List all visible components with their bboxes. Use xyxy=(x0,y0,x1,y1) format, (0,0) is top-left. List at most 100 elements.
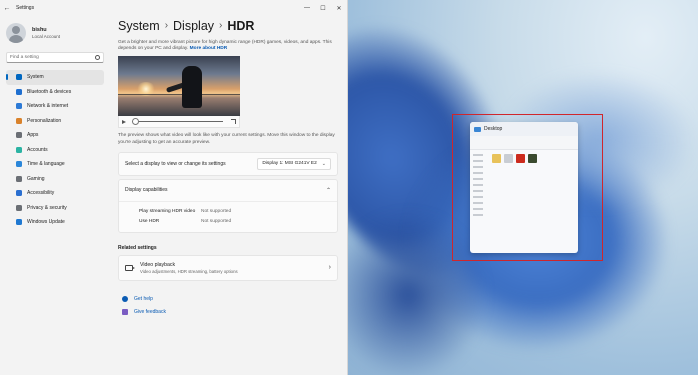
capability-status: Not supported xyxy=(201,209,232,215)
thumbnail-file-icons xyxy=(492,154,537,163)
main-content: System › Display › HDR Get a brighter an… xyxy=(110,16,347,375)
minimize-button[interactable]: — xyxy=(299,5,315,11)
video-playback-subtitle: Video adjustments, HDR streaming, batter… xyxy=(140,268,238,274)
search-icon xyxy=(95,55,100,60)
capability-row: Use HDR Not supported xyxy=(139,217,337,227)
thumbnail-titlebar: Desktop xyxy=(470,122,578,136)
sidebar-item-windows-update[interactable]: Windows Update xyxy=(6,215,104,230)
seek-knob[interactable] xyxy=(132,118,139,126)
preview-note: The preview shows what video will look l… xyxy=(118,133,335,145)
back-button[interactable]: ← xyxy=(0,5,14,12)
sidebar-item-label: Gaming xyxy=(27,175,45,182)
related-settings-heading: Related settings xyxy=(118,244,157,251)
sidebar-item-label: Apps xyxy=(27,132,39,139)
sidebar-item-system[interactable]: System xyxy=(6,70,104,85)
person-icon xyxy=(16,146,22,153)
folder-icon xyxy=(474,126,481,132)
illustrator-icon xyxy=(516,154,525,163)
user-profile[interactable]: bishu Local Account xyxy=(0,16,110,46)
sidebar-item-accounts[interactable]: Accounts xyxy=(6,143,104,158)
fullscreen-icon[interactable] xyxy=(231,119,236,125)
video-person xyxy=(182,66,202,109)
user-account-type: Local Account xyxy=(32,34,61,39)
bluetooth-icon xyxy=(16,88,22,95)
sidebar-item-label: Windows Update xyxy=(27,219,65,226)
accessibility-icon xyxy=(16,190,22,197)
capability-name: Play streaming HDR video xyxy=(139,209,196,215)
sidebar-item-privacy[interactable]: Privacy & security xyxy=(6,201,104,216)
sidebar-item-gaming[interactable]: Gaming xyxy=(6,172,104,187)
sidebar-item-label: System xyxy=(27,74,44,81)
clock-globe-icon xyxy=(16,161,22,168)
hdr-preview-video xyxy=(118,56,240,117)
sidebar-item-label: Time & language xyxy=(27,161,65,168)
sidebar-item-bluetooth[interactable]: Bluetooth & devices xyxy=(6,85,104,100)
chevron-right-icon: › xyxy=(328,264,331,272)
sidebar-item-label: Privacy & security xyxy=(27,204,67,211)
monitor-icon xyxy=(16,74,22,81)
brush-icon xyxy=(16,117,22,124)
breadcrumb-separator: › xyxy=(219,20,223,31)
help-links: Get help Give feedback xyxy=(118,293,338,319)
give-feedback-link[interactable]: Give feedback xyxy=(122,306,338,319)
title-bar: ← Settings — ☐ ✕ xyxy=(0,0,347,16)
video-playback-card[interactable]: Video playback Video adjustments, HDR st… xyxy=(118,254,338,281)
display-capabilities-title: Display capabilities xyxy=(125,187,168,194)
sidebar: bishu Local Account Find a setting Syste… xyxy=(0,16,110,375)
folder-icon xyxy=(492,154,501,163)
video-playback-row[interactable]: Video playback Video adjustments, HDR st… xyxy=(119,256,337,280)
play-icon[interactable] xyxy=(122,119,126,124)
sidebar-item-label: Network & internet xyxy=(27,103,69,110)
thumbnail-title: Desktop xyxy=(484,126,503,132)
breadcrumb-display[interactable]: Display xyxy=(173,19,214,33)
video-controls xyxy=(118,116,240,129)
video-playback-title: Video playback xyxy=(140,261,176,268)
sidebar-item-label: Bluetooth & devices xyxy=(27,88,72,95)
network-icon xyxy=(16,103,22,110)
give-feedback-label: Give feedback xyxy=(134,309,166,316)
search-placeholder: Find a setting xyxy=(10,55,39,60)
maximize-button[interactable]: ☐ xyxy=(315,5,331,12)
search-input[interactable]: Find a setting xyxy=(6,52,104,63)
sidebar-item-personalization[interactable]: Personalization xyxy=(6,114,104,129)
display-capabilities-card: Display capabilities ⌃ Play streaming HD… xyxy=(118,178,338,233)
feedback-icon xyxy=(122,309,128,316)
display-dropdown-value: Display 1: MSI G241V E2 xyxy=(262,161,317,167)
capability-row: Play streaming HDR video Not supported xyxy=(139,207,337,217)
avatar xyxy=(6,23,26,43)
chevron-down-icon: ⌄ xyxy=(321,160,326,167)
video-seek-bar[interactable] xyxy=(132,118,223,126)
sidebar-item-label: Accessibility xyxy=(27,190,55,197)
hdr-description: Get a brighter and more vibrant picture … xyxy=(118,40,344,52)
help-icon xyxy=(122,296,128,303)
sidebar-item-network[interactable]: Network & internet xyxy=(6,99,104,114)
file-icon xyxy=(504,154,513,163)
chevron-up-icon: ⌃ xyxy=(325,187,331,194)
apps-icon xyxy=(16,132,22,139)
sidebar-item-accessibility[interactable]: Accessibility xyxy=(6,186,104,201)
shield-icon xyxy=(16,204,22,211)
capability-status: Not supported xyxy=(201,219,232,225)
display-capabilities-body: Play streaming HDR video Not supported U… xyxy=(119,202,337,232)
close-button[interactable]: ✕ xyxy=(331,5,347,12)
display-select-card: Select a display to view or change its s… xyxy=(118,151,338,176)
display-capabilities-header[interactable]: Display capabilities ⌃ xyxy=(119,180,337,202)
display-select-row: Select a display to view or change its s… xyxy=(119,153,337,175)
thumbnail-sidebar xyxy=(473,154,487,220)
sidebar-item-time-language[interactable]: Time & language xyxy=(6,157,104,172)
user-name: bishu xyxy=(32,27,47,33)
get-help-label: Get help xyxy=(134,296,153,303)
get-help-link[interactable]: Get help xyxy=(122,293,338,306)
breadcrumb: System › Display › HDR xyxy=(118,16,338,35)
desktop-window-thumbnail[interactable]: Desktop xyxy=(470,122,578,253)
more-about-hdr-link[interactable]: More about HDR xyxy=(190,46,228,51)
settings-window: ← Settings — ☐ ✕ bishu Local Account Fin… xyxy=(0,0,348,375)
breadcrumb-separator: › xyxy=(164,20,169,31)
controller-icon xyxy=(16,175,22,182)
video-camera-icon xyxy=(125,264,135,271)
sidebar-item-label: Personalization xyxy=(27,117,62,124)
breadcrumb-system[interactable]: System xyxy=(118,19,160,33)
video-railing xyxy=(118,94,240,96)
display-dropdown[interactable]: Display 1: MSI G241V E2 ⌄ xyxy=(257,157,331,170)
sidebar-item-apps[interactable]: Apps xyxy=(6,128,104,143)
